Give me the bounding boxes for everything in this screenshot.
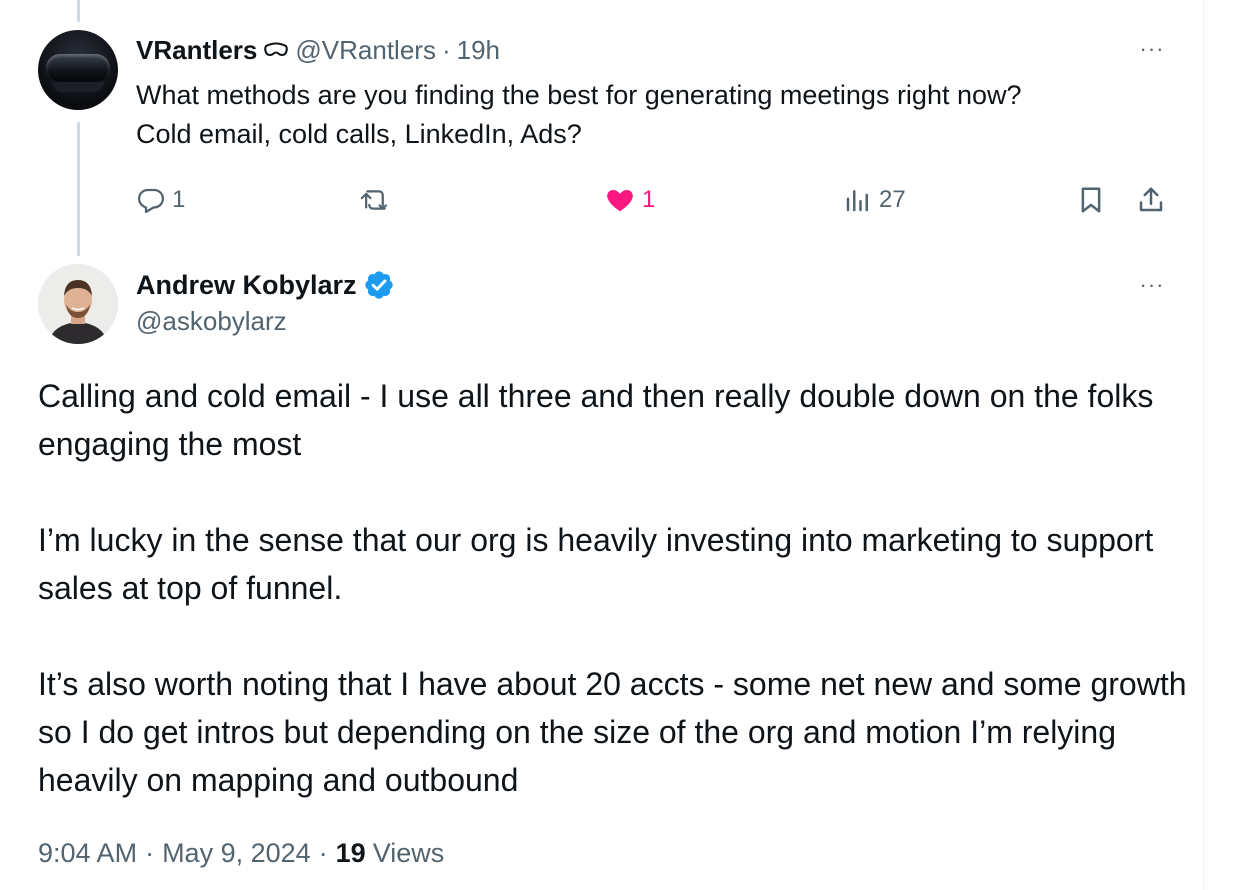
like-button[interactable]: 1 [604,180,655,220]
vr-headset-visor [46,54,110,82]
vr-headset-strap [52,82,104,92]
heart-filled-icon [607,190,633,212]
reply-display-name-row: Andrew Kobylarz [136,266,395,304]
reply-count: 1 [172,186,186,213]
avatar-vrantlers[interactable] [38,30,118,110]
reply-handle[interactable]: @askobylarz [136,306,287,337]
bookmark-button[interactable] [1076,180,1106,220]
parent-time[interactable]: 19h [457,35,500,66]
reply-button[interactable]: 1 [136,180,185,220]
person-photo-icon [38,264,118,344]
views-label: Views [372,838,445,868]
views-button[interactable]: 27 [843,180,906,220]
more-options-icon[interactable]: ··· [1137,34,1167,64]
share-icon [1139,187,1163,212]
more-options-icon[interactable]: ··· [1137,270,1167,300]
thread-connector-top [77,0,80,22]
tweet-date[interactable]: May 9, 2024 [162,838,311,869]
parent-text-line-1: What methods are you finding the best fo… [136,80,1022,110]
avatar-andrew-kobylarz[interactable] [38,264,118,344]
reply-tweet-text: Calling and cold email - I use all three… [38,372,1188,804]
meta-separator-1: · [145,838,155,868]
tweet-time[interactable]: 9:04 AM [38,838,137,869]
retweet-icon [360,190,387,210]
reply-paragraph-3: It’s also worth noting that I have about… [38,666,1187,798]
reply-icon [138,188,164,213]
parent-text-line-2: Cold email, cold calls, LinkedIn, Ads? [136,119,582,149]
reply-paragraph-2: I’m lucky in the sense that our org is h… [38,522,1154,606]
parent-display-name[interactable]: VRantlers [136,35,257,66]
verified-badge-icon[interactable] [363,269,395,301]
share-button[interactable] [1136,180,1166,220]
bookmark-icon [1081,187,1101,213]
like-count: 1 [642,186,656,213]
more-options-label: ··· [1139,272,1165,297]
analytics-icon [846,190,868,212]
retweet-button[interactable] [360,180,392,220]
view-count: 27 [879,186,906,213]
reply-display-name[interactable]: Andrew Kobylarz [136,270,357,301]
thread-connector [77,122,80,256]
reply-paragraph-1: Calling and cold email - I use all three… [38,378,1154,462]
parent-tweet-text: What methods are you finding the best fo… [136,76,1176,154]
parent-tweet-header: VRantlers @VRantlers · 19h [136,32,500,68]
parent-handle[interactable]: @VRantlers [295,35,436,66]
parent-action-bar: 1 1 27 [136,180,1176,220]
tweet-meta: 9:04 AM · May 9, 2024 · 19 Views [38,838,444,869]
more-options-label: ··· [1139,36,1165,61]
header-separator: · [441,34,451,65]
column-border [1203,0,1204,890]
vr-goggles-icon [264,42,289,56]
views-count: 19 [335,838,366,868]
tweet-thread: VRantlers @VRantlers · 19h ··· What meth… [0,0,1250,890]
meta-separator-2: · [318,838,328,868]
